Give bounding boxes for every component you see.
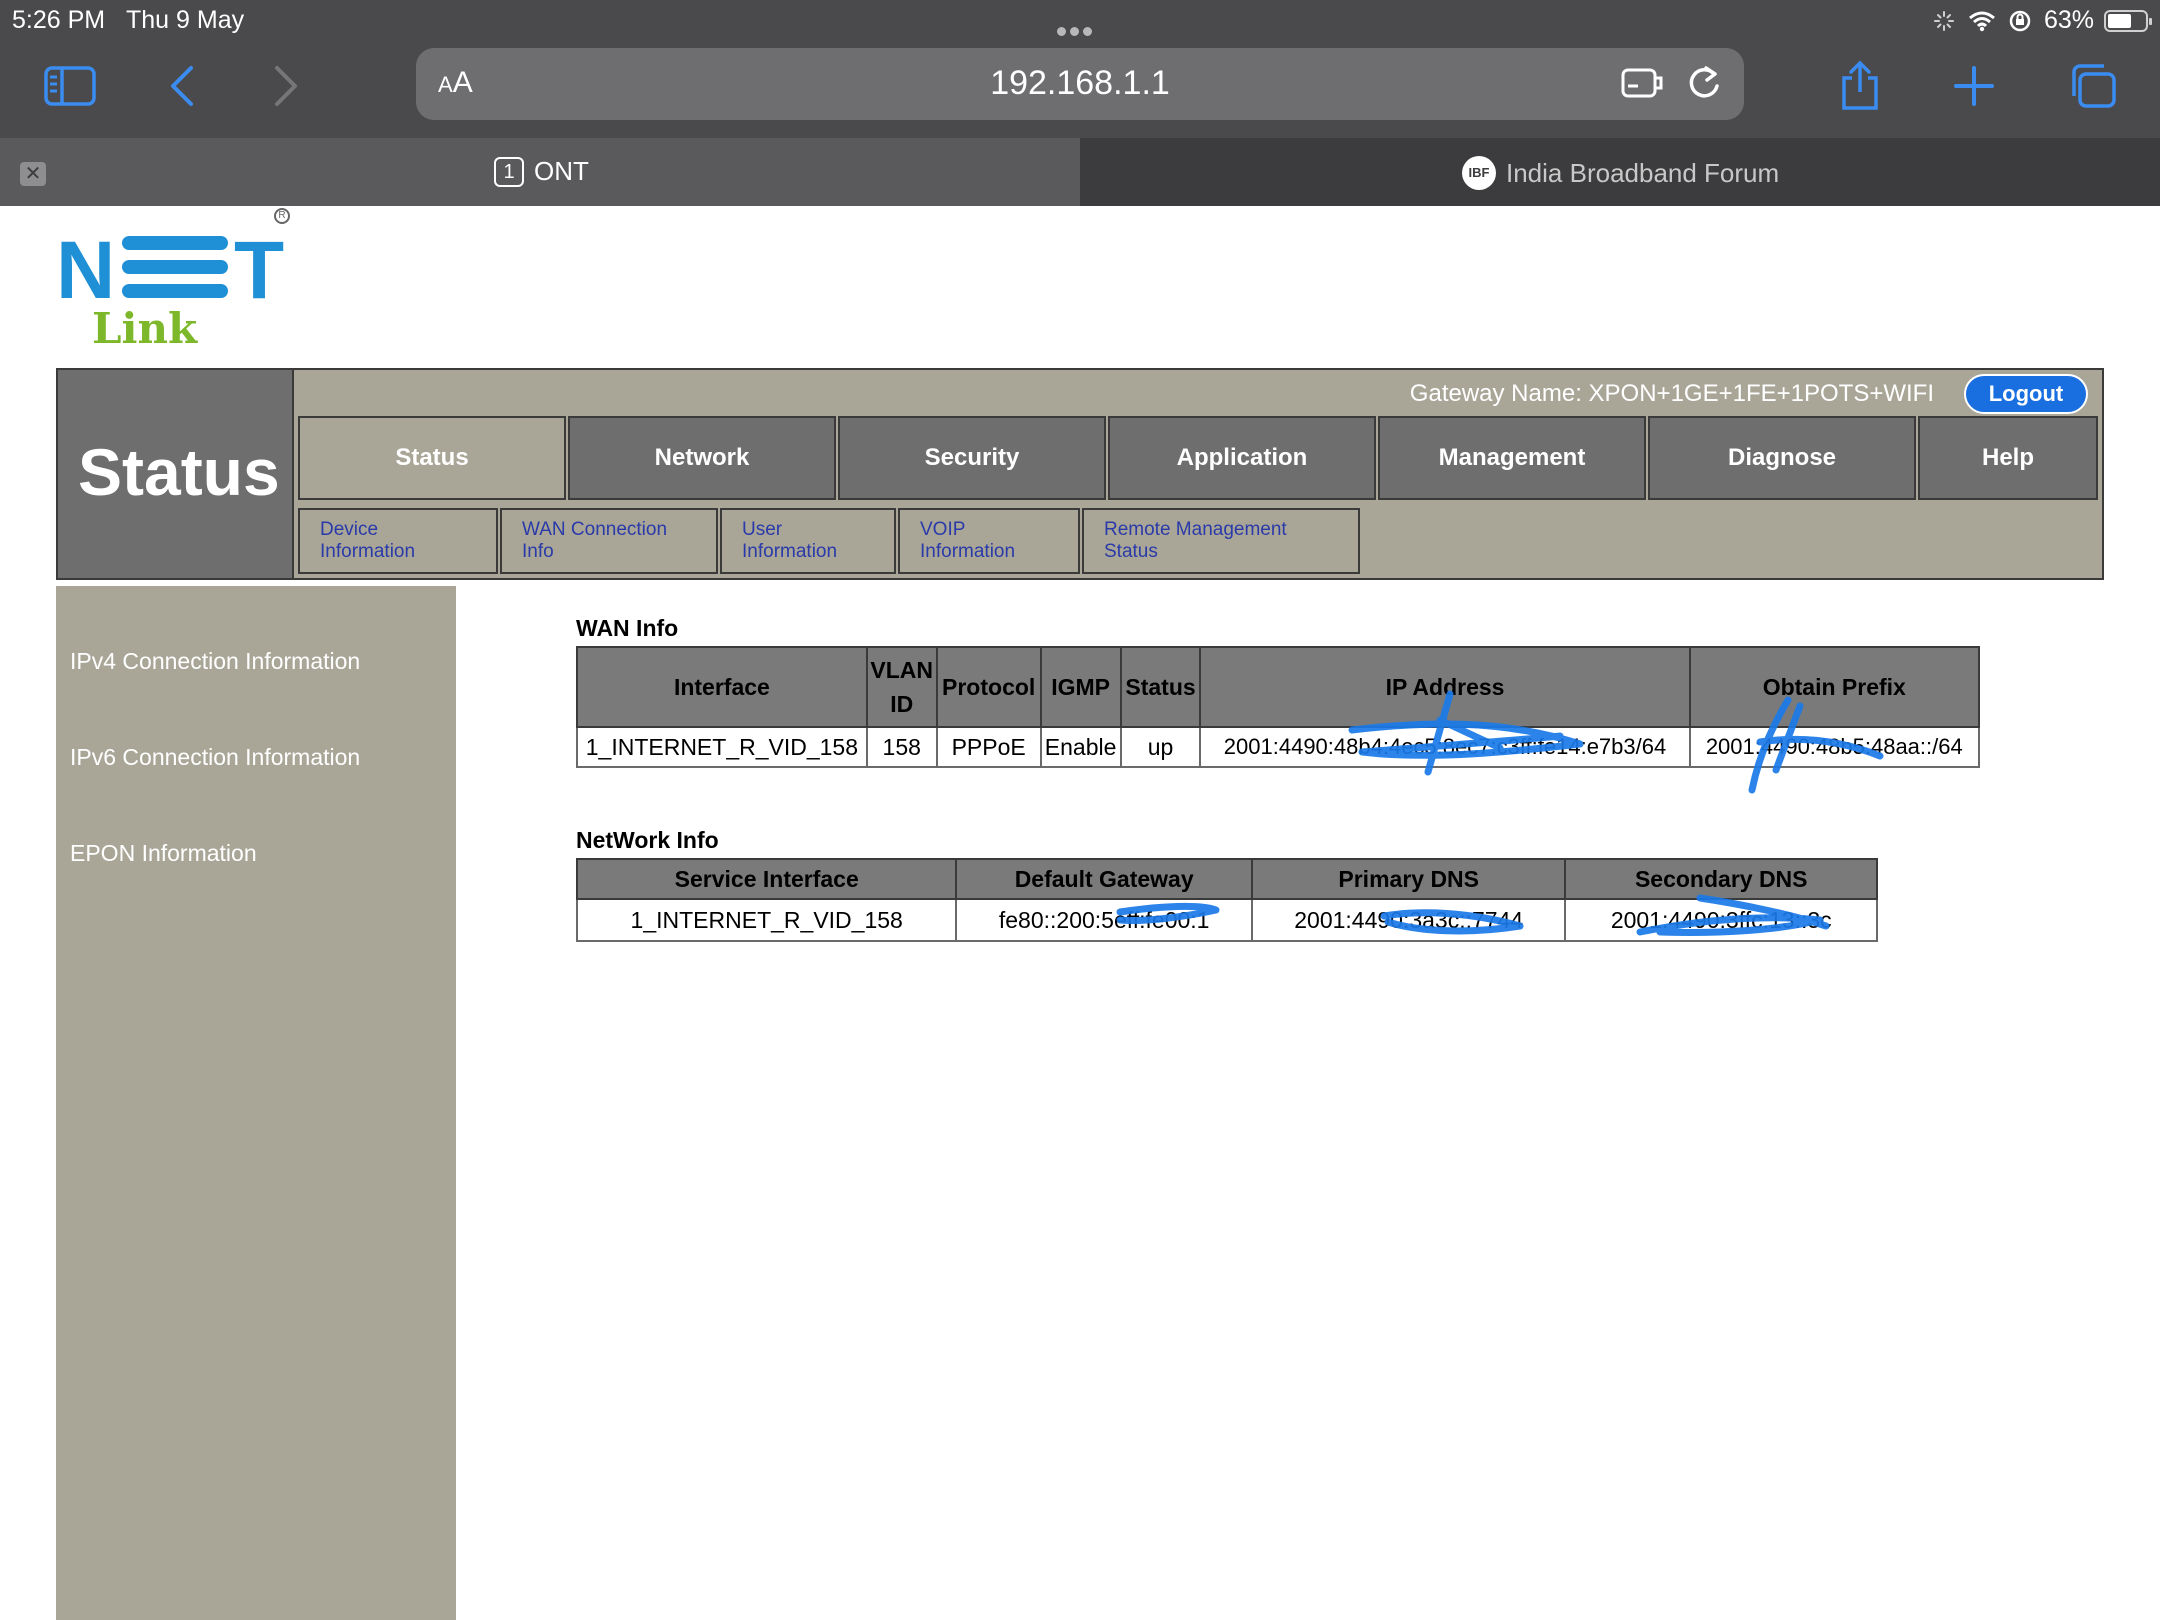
redaction-scribble bbox=[1380, 909, 1524, 935]
redaction-scribble bbox=[1636, 894, 1830, 936]
redaction-scribble bbox=[1116, 902, 1220, 924]
redaction-scribble bbox=[1748, 696, 1884, 794]
redaction-scribble bbox=[1424, 690, 1504, 776]
redaction-scribbles bbox=[1116, 690, 1884, 936]
